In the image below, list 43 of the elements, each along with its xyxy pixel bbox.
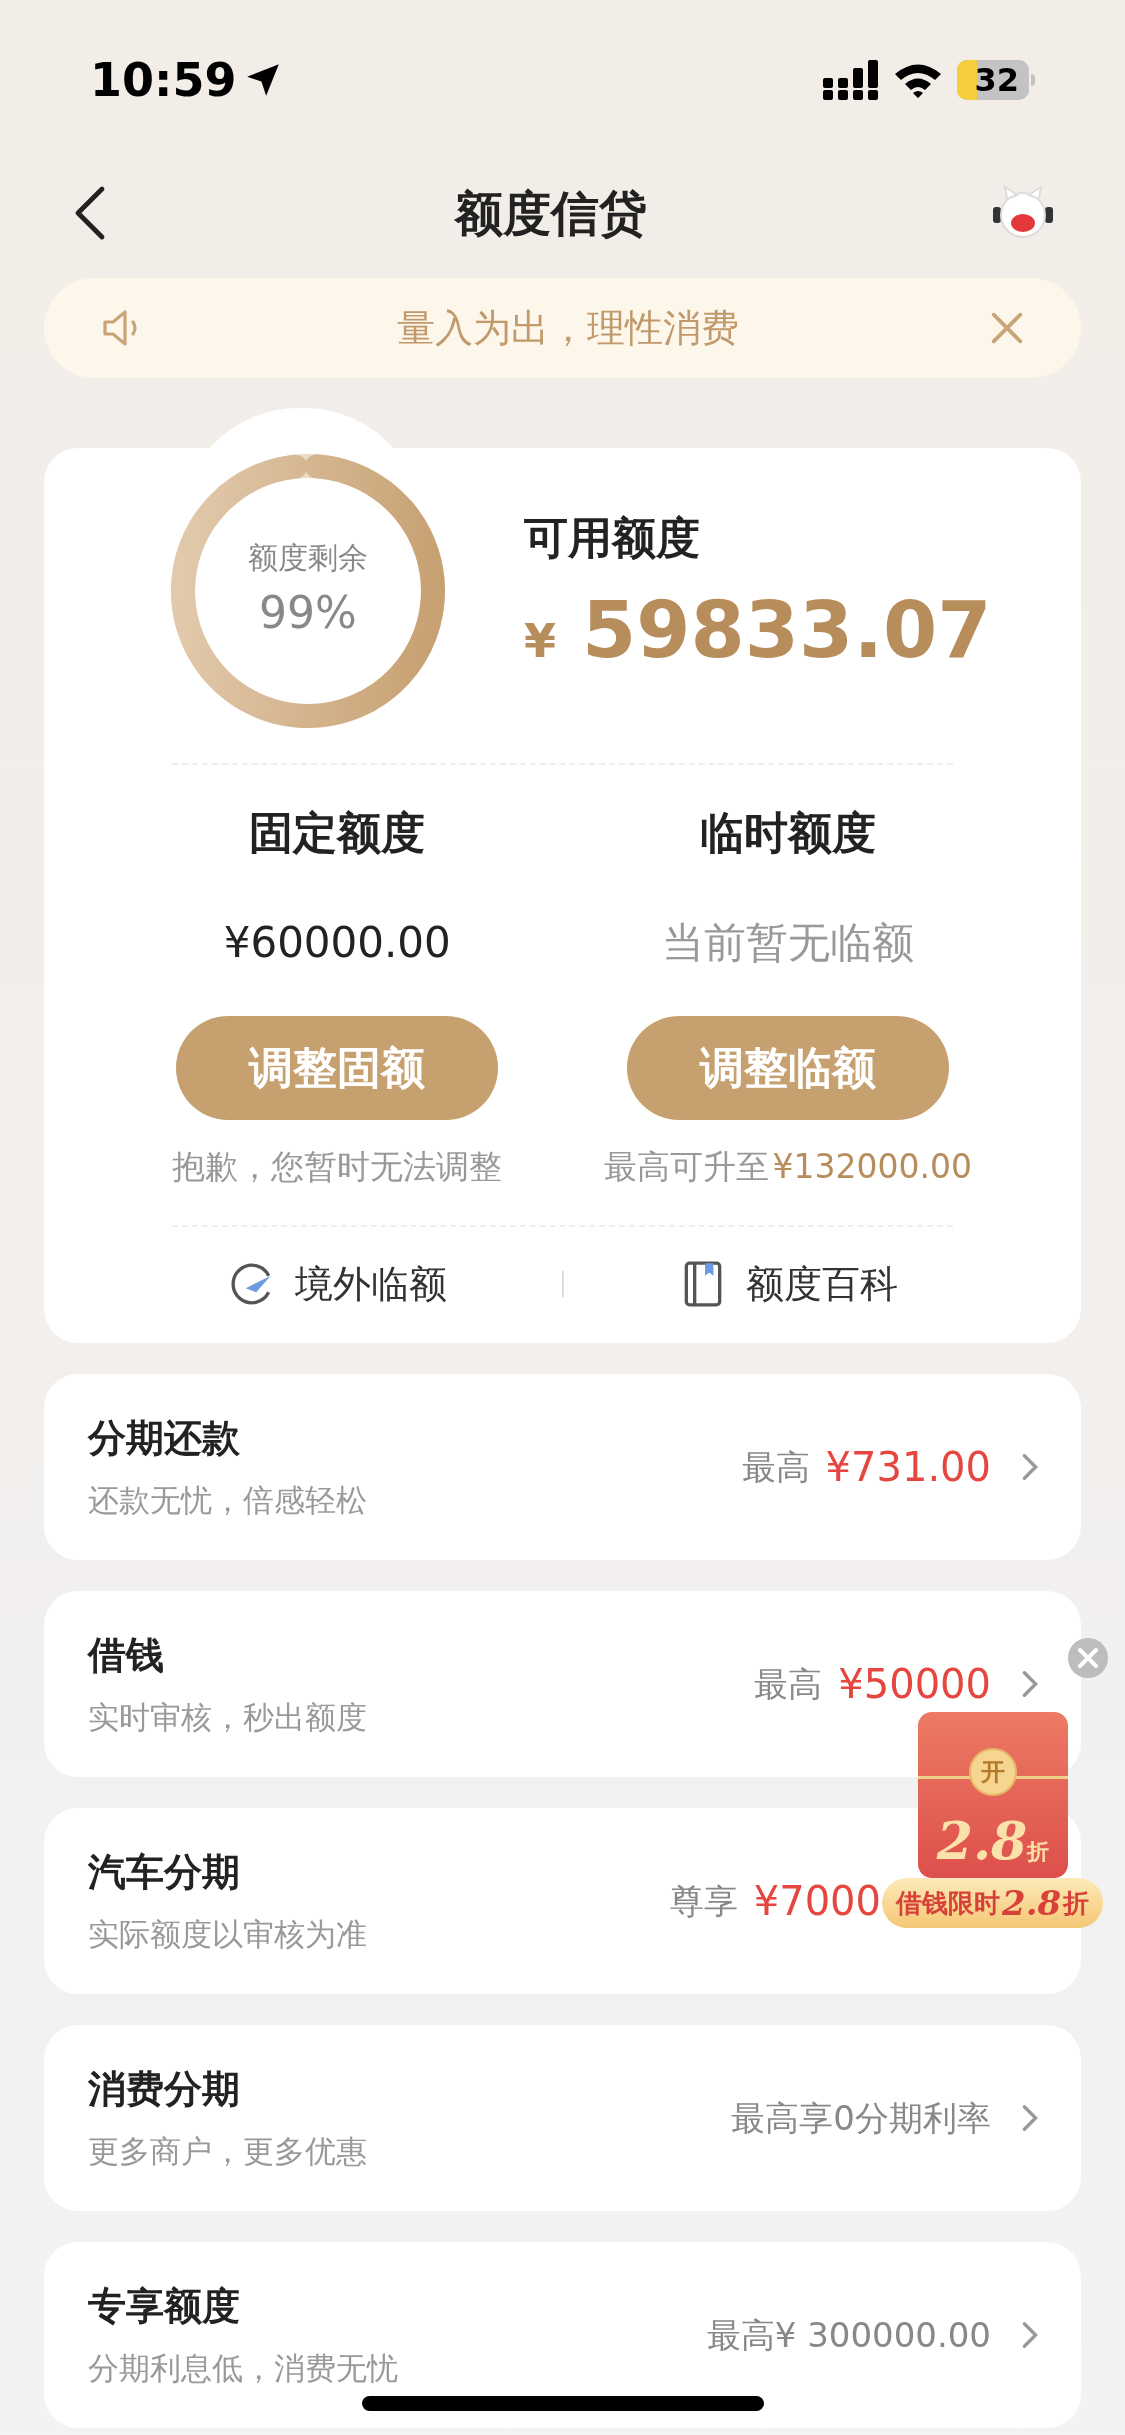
product-title: 专享额度 [88,2283,241,2331]
quota-heading: 固定额度 [249,806,426,860]
discount-value: 2.8 [936,1809,1028,1873]
quota-amount: ¥60000.00 [223,917,451,969]
product-title: 消费分期 [88,2066,241,2114]
coin-badge: 开 [969,1748,1017,1796]
product-title: 分期还款 [88,1415,241,1463]
note-text: 最高可升至¥132000.00 [603,1146,972,1188]
status-time: 10:59 [90,51,237,109]
product-title: 借钱 [88,1632,165,1680]
product-title: 汽车分期 [88,1849,241,1897]
status-text: 当前暂无临额 [661,917,914,969]
limit-label: 最高 [754,1662,823,1706]
close-icon[interactable] [1068,1638,1108,1678]
limit-amount: ¥7000 [753,1877,881,1926]
product-subtitle: 分期利息低，消费无忧 [88,2349,398,2389]
product-card[interactable]: 消费分期 更多商户，更多优惠 最高享0分期利率 [44,2025,1081,2211]
limit-amount: ¥731.00 [825,1443,991,1492]
discount-unit: 折 [1027,1838,1050,1866]
limit-label: 最高¥ 300000.00 [706,2313,991,2357]
note-text: 抱歉，您暂时无法调整 [172,1146,503,1188]
limit-amount: ¥50000 [838,1660,991,1709]
limit-label: 最高 [741,1445,810,1489]
product-subtitle: 实时审核，秒出额度 [88,1698,367,1738]
product-subtitle: 实际额度以审核为准 [88,1915,367,1955]
link[interactable]: 额度百科 [563,1255,1013,1313]
currency-sign: ¥ [524,613,556,670]
limit-label: 最高享0分期利率 [731,2096,991,2140]
product-subtitle: 还款无忧，倍感轻松 [88,1481,367,1521]
quota-heading: 临时额度 [699,806,876,860]
product-card[interactable]: 分期还款 还款无忧，倍感轻松 最高 ¥731.00 [44,1374,1081,1560]
ring-label: 额度剩余 [248,539,368,577]
product-subtitle: 更多商户，更多优惠 [88,2132,367,2172]
available-amount: 59833.07 [582,591,992,669]
link[interactable]: 境外临额 [112,1255,562,1313]
limit-label: 尊享 [669,1879,738,1923]
ring-percent: 99% [259,586,357,640]
available-label: 可用额度 [524,511,701,565]
product-card[interactable]: 专享额度 分期利息低，消费无忧 最高¥ 300000.00 [44,2242,1081,2428]
notice-text: 量入为出，理性消费 [395,304,740,352]
page-title: 额度信贷 [454,183,647,243]
signal-icon [823,60,879,100]
support-mascot-icon[interactable] [991,184,1055,241]
